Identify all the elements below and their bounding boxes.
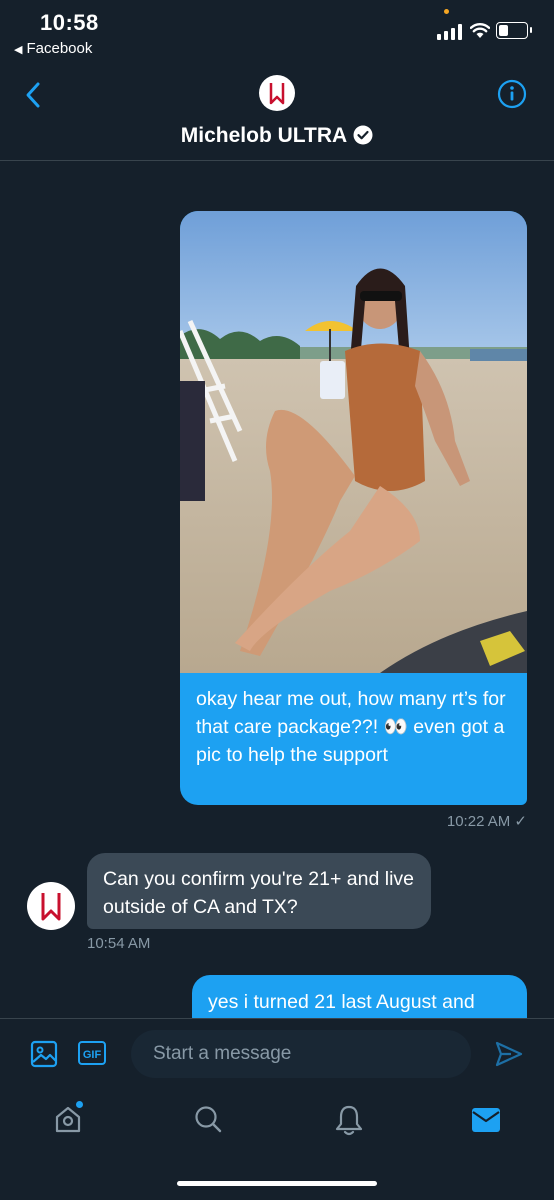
back-chevron-icon[interactable] [20, 78, 48, 112]
message-text: yes i turned 21 last August and [208, 991, 475, 1013]
message-timestamp: 10:54 AM [87, 935, 151, 952]
contact-name: Michelob ULTRA [180, 124, 348, 147]
search-icon[interactable] [193, 1104, 223, 1134]
beach-photo-image [180, 211, 527, 673]
contact-avatar[interactable] [259, 75, 295, 111]
send-icon[interactable] [494, 1040, 524, 1068]
message-input[interactable] [131, 1030, 471, 1078]
battery-icon [496, 22, 532, 39]
michelob-ribbon-logo-icon [41, 893, 61, 921]
attached-photo[interactable] [180, 211, 527, 673]
gif-button[interactable]: GIF [78, 1041, 106, 1065]
mic-indicator-dot [444, 9, 449, 14]
conversation-title: Michelob ULTRA [0, 124, 554, 148]
home-indicator[interactable] [177, 1181, 377, 1186]
back-app-label: Facebook [26, 40, 93, 57]
message-text: okay hear me out, how many rt’s for that… [196, 688, 506, 766]
message-text: Can you confirm you're 21+ and live outs… [103, 868, 415, 918]
message-timestamp: 10:22 AM ✓ [446, 813, 527, 830]
status-time: 10:58 [40, 10, 99, 35]
verified-badge-icon [353, 125, 373, 145]
mail-icon[interactable] [471, 1107, 501, 1133]
wifi-icon [470, 23, 490, 38]
sender-avatar[interactable] [27, 882, 75, 930]
incoming-message-bubble[interactable]: Can you confirm you're 21+ and live outs… [87, 853, 431, 929]
cellular-signal-icon [437, 24, 462, 40]
michelob-ribbon-logo-icon [269, 83, 285, 105]
back-triangle-icon: ◀ [14, 44, 23, 56]
back-to-app-link[interactable]: ◀ Facebook [14, 40, 92, 57]
image-attach-icon[interactable] [30, 1040, 58, 1068]
bell-icon[interactable] [334, 1104, 364, 1136]
home-notification-dot [76, 1101, 83, 1108]
outgoing-message-bubble[interactable]: okay hear me out, how many rt’s for that… [180, 211, 527, 805]
header-divider [0, 160, 554, 161]
info-icon[interactable] [497, 79, 527, 109]
